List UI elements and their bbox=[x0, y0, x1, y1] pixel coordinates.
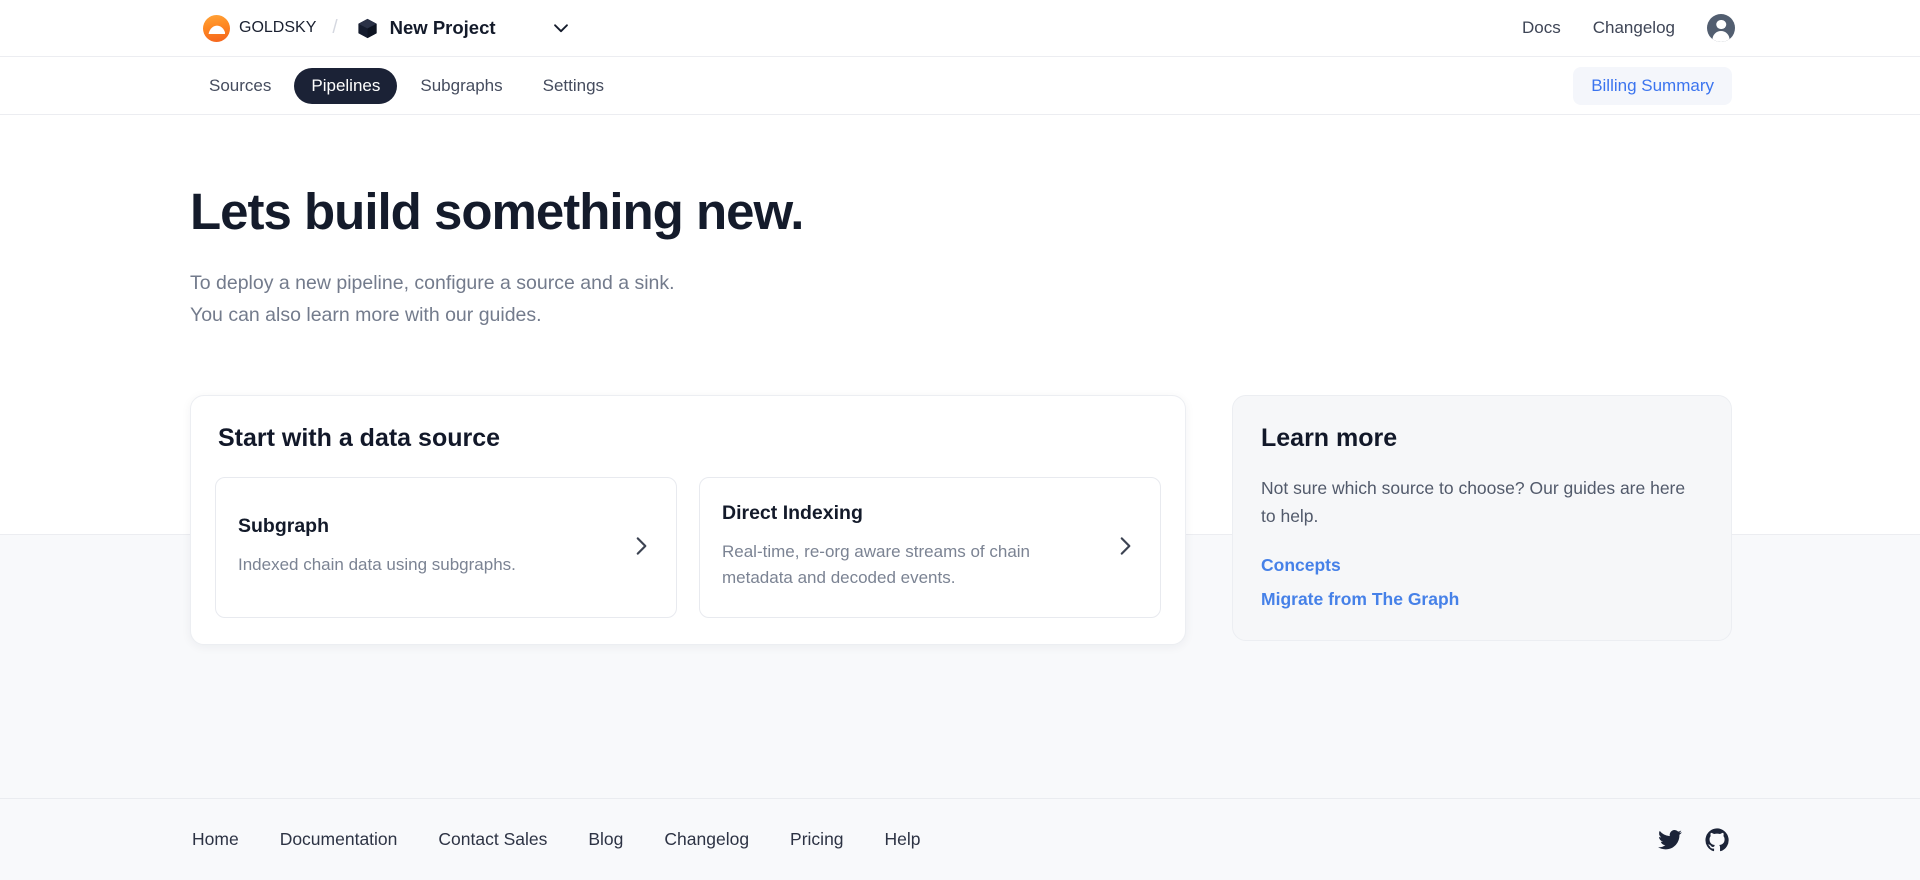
chevron-right-icon bbox=[1112, 533, 1138, 559]
billing-summary-button[interactable]: Billing Summary bbox=[1573, 67, 1732, 105]
source-option-description: Real-time, re-org aware streams of chain… bbox=[722, 539, 1096, 591]
tab-pipelines[interactable]: Pipelines bbox=[294, 68, 397, 104]
goldsky-logo-icon bbox=[203, 15, 230, 42]
learn-more-title: Learn more bbox=[1261, 424, 1703, 453]
tab-subgraphs[interactable]: Subgraphs bbox=[403, 68, 519, 104]
data-source-card: Start with a data source Subgraph Indexe… bbox=[190, 395, 1186, 645]
footer-link-changelog[interactable]: Changelog bbox=[664, 829, 749, 850]
content-cards-row: Start with a data source Subgraph Indexe… bbox=[190, 395, 1732, 645]
page-title: Lets build something new. bbox=[190, 183, 803, 240]
source-option-text: Subgraph Indexed chain data using subgra… bbox=[238, 515, 612, 578]
changelog-link[interactable]: Changelog bbox=[1593, 18, 1675, 38]
page-subtitle: To deploy a new pipeline, configure a so… bbox=[190, 268, 710, 331]
cube-icon bbox=[356, 17, 379, 40]
footer-bar: Home Documentation Contact Sales Blog Ch… bbox=[0, 798, 1920, 880]
project-selector[interactable]: New Project bbox=[354, 13, 498, 44]
user-avatar-icon[interactable] bbox=[1707, 14, 1735, 42]
footer-link-pricing[interactable]: Pricing bbox=[790, 829, 844, 850]
chevron-right-icon bbox=[628, 533, 654, 559]
docs-link[interactable]: Docs bbox=[1522, 18, 1561, 38]
learn-link-concepts[interactable]: Concepts bbox=[1261, 555, 1341, 576]
tab-sources[interactable]: Sources bbox=[192, 68, 288, 104]
source-option-subgraph[interactable]: Subgraph Indexed chain data using subgra… bbox=[215, 477, 677, 618]
chevron-down-icon bbox=[550, 17, 572, 39]
learn-more-card: Learn more Not sure which source to choo… bbox=[1232, 395, 1732, 641]
secondary-nav-bar: Sources Pipelines Subgraphs Settings Bil… bbox=[0, 57, 1920, 115]
brand-name-label: GOLDSKY bbox=[239, 19, 316, 37]
github-icon[interactable] bbox=[1704, 827, 1730, 853]
project-dropdown-toggle[interactable] bbox=[550, 17, 572, 39]
source-option-description: Indexed chain data using subgraphs. bbox=[238, 552, 612, 578]
hero-section: Lets build something new. To deploy a ne… bbox=[190, 183, 803, 331]
header-right-group: Docs Changelog bbox=[1522, 14, 1735, 42]
learn-more-blurb: Not sure which source to choose? Our gui… bbox=[1261, 475, 1703, 530]
brand-home-link[interactable]: GOLDSKY bbox=[203, 15, 316, 42]
footer-social-group bbox=[1657, 827, 1730, 853]
source-option-text: Direct Indexing Real-time, re-org aware … bbox=[722, 502, 1096, 591]
footer-link-blog[interactable]: Blog bbox=[588, 829, 623, 850]
source-option-direct-indexing[interactable]: Direct Indexing Real-time, re-org aware … bbox=[699, 477, 1161, 618]
data-source-card-title: Start with a data source bbox=[218, 424, 1161, 453]
project-name-label: New Project bbox=[390, 17, 496, 39]
footer-link-help[interactable]: Help bbox=[885, 829, 921, 850]
app-root: GOLDSKY / New Project Docs Changelog bbox=[0, 0, 1920, 880]
source-option-title: Direct Indexing bbox=[722, 502, 1096, 525]
header-left-group: GOLDSKY / New Project bbox=[203, 13, 572, 44]
source-option-title: Subgraph bbox=[238, 515, 612, 538]
tab-settings[interactable]: Settings bbox=[526, 68, 621, 104]
twitter-icon[interactable] bbox=[1657, 827, 1683, 853]
footer-link-documentation[interactable]: Documentation bbox=[280, 829, 398, 850]
breadcrumb-separator: / bbox=[332, 17, 337, 39]
data-source-options: Subgraph Indexed chain data using subgra… bbox=[215, 477, 1161, 618]
nav-tab-group: Sources Pipelines Subgraphs Settings bbox=[192, 68, 621, 104]
learn-link-migrate-from-the-graph[interactable]: Migrate from The Graph bbox=[1261, 589, 1459, 610]
footer-link-home[interactable]: Home bbox=[192, 829, 239, 850]
footer-link-group: Home Documentation Contact Sales Blog Ch… bbox=[192, 829, 921, 850]
footer-link-contact-sales[interactable]: Contact Sales bbox=[438, 829, 547, 850]
top-header-bar: GOLDSKY / New Project Docs Changelog bbox=[0, 0, 1920, 57]
learn-more-links: Concepts Migrate from The Graph bbox=[1261, 555, 1703, 610]
